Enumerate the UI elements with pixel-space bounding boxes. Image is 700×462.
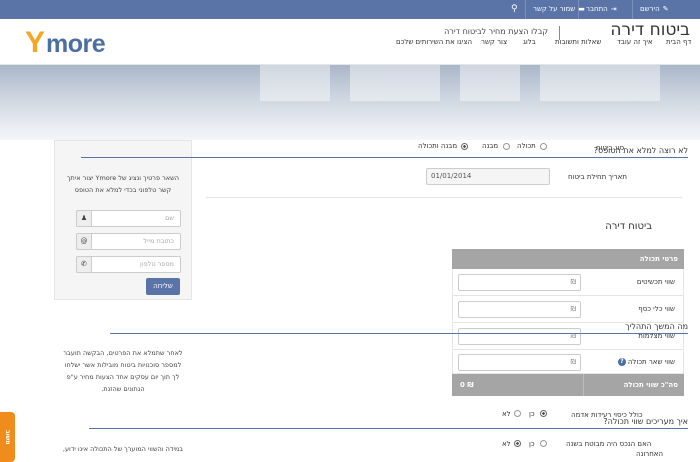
row-label: שווי תכשיטים bbox=[636, 278, 675, 286]
feedback-tab[interactable]: משוב bbox=[0, 412, 15, 462]
contents-table-header: פרטי תכולה bbox=[452, 249, 684, 269]
shekel-icon: ₪ bbox=[570, 278, 577, 286]
top-bar: ✎הירשם ⇥התחבר ▬שמור על קשר ⚲ bbox=[0, 0, 700, 19]
help-icon[interactable]: ? bbox=[617, 358, 626, 366]
total-label: סה"כ שווי תכולה bbox=[623, 381, 678, 389]
insured-yes-radio[interactable] bbox=[540, 440, 547, 447]
process-text: לאחר שתמלא את הפרטים, הבקשה תועבר למספר … bbox=[63, 349, 183, 393]
insured-no-radio[interactable] bbox=[514, 440, 521, 447]
chat-icon: ▬ bbox=[578, 5, 585, 13]
insured-yes-label: כן bbox=[529, 440, 535, 448]
background-window bbox=[350, 65, 440, 101]
process-title: מה המשך התהליך bbox=[110, 322, 688, 334]
row-label: שווי כלי כסף bbox=[638, 305, 675, 313]
contents-total-row: סה"כ שווי תכולה 0 ₪ bbox=[452, 374, 684, 396]
hero-banner bbox=[0, 65, 700, 140]
insured-no-label: לא bbox=[502, 440, 511, 448]
nav-show-services[interactable]: הציגו את השירותים שלכם bbox=[396, 19, 472, 65]
insured-last-year-question: האם הנכס היה מבוטח בשנה bbox=[566, 440, 652, 448]
topbar-divider bbox=[632, 0, 633, 19]
start-date-input[interactable]: 01/01/2014 bbox=[426, 168, 550, 185]
shekel-icon: ₪ bbox=[570, 358, 577, 366]
nav-faq[interactable]: שאלות ותשובות bbox=[555, 19, 601, 65]
earthquake-no-radio[interactable] bbox=[514, 410, 521, 417]
value-estimate-title: איך מעריכים שווי תכולה? bbox=[89, 417, 688, 429]
table-row: שווי שאר תכולה? ₪ bbox=[452, 350, 684, 374]
table-row: שווי תכשיטים ₪ bbox=[452, 269, 684, 296]
register-link[interactable]: ✎הירשם bbox=[640, 0, 669, 19]
background-window bbox=[540, 65, 660, 101]
title-divider bbox=[559, 26, 560, 40]
callback-text: השאר פרטיך ונציג של Ymore יצור איתך קשר … bbox=[67, 174, 179, 194]
page-subtitle: קבלו הצעת מחיר לביטוח דירה bbox=[444, 27, 548, 36]
site-header: Y more דף הבית איך זה עובד שאלות ותשובות… bbox=[0, 19, 700, 65]
value-estimate-text: במידה והשווי המוערך של התכולה אינו ידוע, bbox=[62, 445, 184, 453]
nav-contact[interactable]: צור קשר bbox=[481, 19, 507, 65]
total-value: 0 ₪ bbox=[460, 381, 474, 389]
search-icon[interactable]: ⚲ bbox=[511, 0, 518, 19]
topbar-divider bbox=[525, 0, 526, 19]
login-icon: ⇥ bbox=[610, 5, 617, 13]
background-window bbox=[260, 65, 330, 101]
jewelry-value-input[interactable]: ₪ bbox=[458, 274, 581, 291]
shekel-icon: ₪ bbox=[570, 305, 577, 313]
silverware-value-input[interactable]: ₪ bbox=[458, 301, 581, 318]
section-title: ביטוח דירה bbox=[605, 221, 652, 232]
contact-link[interactable]: ▬שמור על קשר bbox=[533, 0, 585, 19]
table-row: שווי כלי כסף ₪ bbox=[452, 296, 684, 323]
user-icon: ♟ bbox=[76, 210, 92, 227]
nav-blog[interactable]: בלוג bbox=[523, 19, 536, 65]
pencil-icon: ✎ bbox=[662, 5, 669, 13]
at-icon: @ bbox=[76, 233, 92, 250]
page-title: ביטוח דירה bbox=[610, 20, 690, 40]
start-date-label: תאריך תחילת ביטוח bbox=[568, 173, 627, 181]
send-button[interactable]: שליחה bbox=[146, 278, 180, 295]
background-window bbox=[460, 65, 520, 101]
divider bbox=[206, 197, 682, 198]
insured-last-year-question-cont: האחרונה bbox=[636, 450, 664, 458]
earthquake-yes-radio[interactable] bbox=[540, 410, 547, 417]
row-label: שווי שאר תכולה? bbox=[617, 350, 675, 374]
phone-icon: ✆ bbox=[76, 256, 92, 273]
other-contents-value-input[interactable]: ₪ bbox=[458, 354, 581, 371]
total-divider bbox=[583, 374, 584, 396]
callback-title: לא רוצה למלא את הטופס? bbox=[81, 146, 688, 158]
login-link[interactable]: ⇥התחבר bbox=[586, 0, 617, 19]
